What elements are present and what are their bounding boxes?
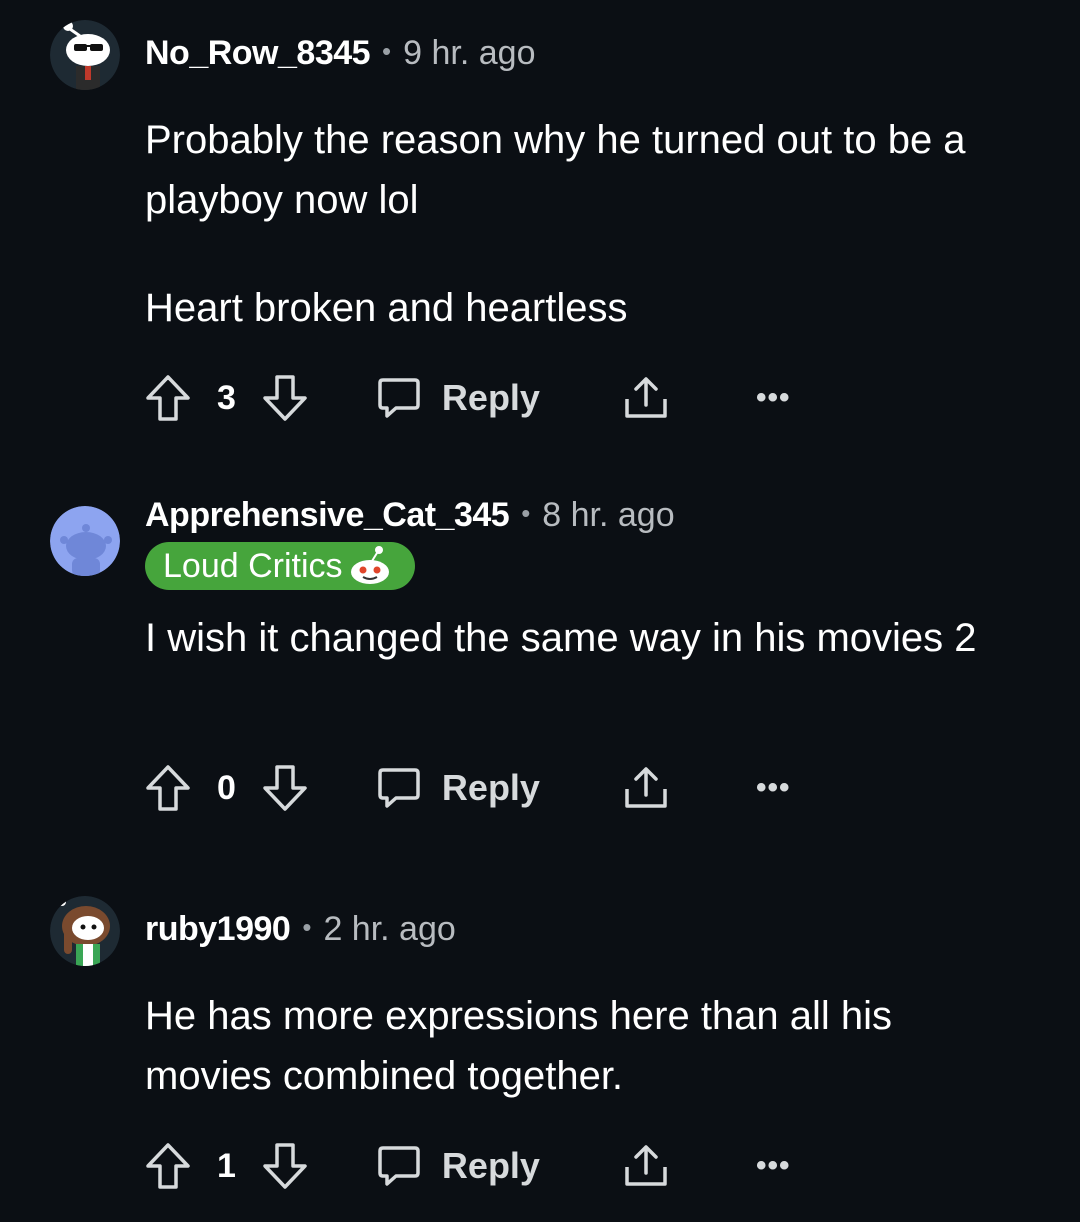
reply-button[interactable]: Reply — [376, 1143, 540, 1189]
comment-header: Apprehensive_Cat_345 • 8 hr. ago — [145, 496, 675, 535]
timestamp: 8 hr. ago — [542, 496, 675, 534]
reply-label: Reply — [441, 767, 540, 808]
comment-paragraph: I wish it changed the same way in his mo… — [145, 616, 977, 660]
user-avatar[interactable] — [50, 506, 120, 576]
comment-actions: 1 Reply ••• — [145, 1140, 790, 1192]
more-options-button[interactable]: ••• — [756, 1149, 791, 1183]
default-snoo-icon — [50, 506, 120, 576]
more-options-button[interactable]: ••• — [756, 381, 791, 415]
username[interactable]: Apprehensive_Cat_345 — [145, 496, 510, 535]
separator-dot: • — [382, 36, 392, 66]
upvote-icon[interactable] — [145, 764, 191, 812]
comment-paragraph: Heart broken and heartless — [145, 286, 628, 330]
upvote-icon[interactable] — [145, 1142, 191, 1190]
comment-body: Probably the reason why he turned out to… — [145, 110, 1025, 338]
share-icon[interactable] — [622, 1143, 670, 1189]
comment-paragraph: Probably the reason why he turned out to… — [145, 118, 966, 222]
vote-score: 3 — [217, 378, 236, 417]
user-avatar[interactable] — [50, 896, 120, 966]
reply-label: Reply — [441, 1145, 540, 1186]
separator-dot: • — [521, 498, 531, 528]
comment-bubble-icon — [378, 768, 420, 808]
comment-paragraph: He has more expressions here than all hi… — [145, 994, 893, 1098]
snoo-sunglasses-icon — [50, 20, 120, 90]
vote-score: 0 — [217, 768, 236, 807]
reply-button[interactable]: Reply — [376, 765, 540, 811]
snoo-flair-icon — [350, 546, 389, 584]
comment-header: ruby1990 • 2 hr. ago — [145, 910, 456, 949]
more-options-button[interactable]: ••• — [756, 771, 791, 805]
separator-dot: • — [302, 912, 312, 942]
girl-snoo-icon — [50, 896, 120, 966]
downvote-icon[interactable] — [262, 764, 308, 812]
user-flair: Loud Critics — [145, 542, 415, 590]
comment-body: I wish it changed the same way in his mo… — [145, 608, 1025, 668]
reply-button[interactable]: Reply — [376, 375, 540, 421]
share-icon[interactable] — [622, 765, 670, 811]
share-icon[interactable] — [622, 375, 670, 421]
reply-label: Reply — [441, 377, 540, 418]
comment-actions: 0 Reply ••• — [145, 762, 790, 814]
user-avatar[interactable] — [50, 20, 120, 90]
comment-actions: 3 Reply ••• — [145, 372, 790, 424]
timestamp: 2 hr. ago — [323, 910, 456, 948]
upvote-icon[interactable] — [145, 374, 191, 422]
timestamp: 9 hr. ago — [403, 34, 536, 72]
username[interactable]: No_Row_8345 — [145, 34, 371, 73]
comment-body: He has more expressions here than all hi… — [145, 986, 1025, 1106]
downvote-icon[interactable] — [262, 374, 308, 422]
comment-bubble-icon — [378, 378, 420, 418]
flair-label: Loud Critics — [163, 546, 343, 585]
comment-bubble-icon — [378, 1146, 420, 1186]
vote-score: 1 — [217, 1146, 236, 1185]
comment-header: No_Row_8345 • 9 hr. ago — [145, 34, 536, 73]
downvote-icon[interactable] — [262, 1142, 308, 1190]
username[interactable]: ruby1990 — [145, 910, 291, 949]
